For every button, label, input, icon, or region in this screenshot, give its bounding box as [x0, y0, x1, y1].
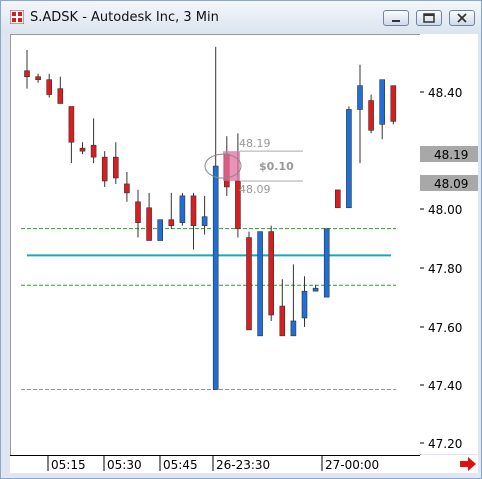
time-axis-svg: 05:15 05:30 05:45 26-23:30 27-00:00 — [10, 455, 420, 472]
time-label: 27-00:00 — [325, 458, 379, 472]
annotation-spread-label: $0.10 — [259, 160, 294, 173]
candle[interactable] — [246, 231, 252, 331]
candlestick-chart[interactable]: 48.19 48.09 $0.10 — [11, 35, 420, 455]
chart-plot-area[interactable]: 48.19 48.09 $0.10 — [10, 34, 421, 456]
price-measure-annotation[interactable]: 48.19 48.09 $0.10 — [204, 137, 303, 196]
price-tick-label: 47.40 — [428, 379, 462, 393]
candle[interactable] — [334, 189, 341, 209]
candle[interactable] — [157, 219, 163, 241]
candle[interactable] — [35, 73, 41, 83]
candle[interactable] — [146, 192, 152, 241]
price-flag-upper-label: 48.19 — [434, 148, 468, 162]
time-tick: 05:30 — [103, 455, 142, 472]
chart-window: S.ADSK - Autodesk Inc, 3 Min 48.19 48.09 $… — [0, 0, 482, 479]
maximize-button[interactable] — [416, 10, 442, 26]
maximize-icon — [423, 13, 435, 23]
price-tick: 47.80 — [420, 262, 462, 276]
candle[interactable] — [390, 85, 397, 125]
price-tick: 47.60 — [420, 321, 462, 335]
close-icon — [457, 13, 467, 23]
candle[interactable] — [113, 142, 119, 184]
candle[interactable] — [346, 106, 352, 209]
candle[interactable] — [290, 264, 297, 337]
window-title: S.ADSK - Autodesk Inc, 3 Min — [30, 10, 219, 25]
price-axis-svg: 48.40 48.00 47.80 47.60 47.40 47.20 48.1… — [420, 86, 478, 451]
candle[interactable] — [179, 192, 186, 226]
candle[interactable] — [101, 151, 108, 187]
candle[interactable] — [312, 285, 319, 292]
candle[interactable] — [368, 94, 374, 134]
candle[interactable] — [168, 192, 175, 229]
price-axis: 48.40 48.00 47.80 47.60 47.40 47.20 48.1… — [420, 34, 478, 454]
price-tick-label: 48.40 — [428, 86, 462, 100]
candle[interactable] — [301, 276, 308, 327]
candle[interactable] — [68, 106, 75, 164]
annotation-upper-label: 48.19 — [239, 137, 271, 150]
time-tick: 26-23:30 — [212, 455, 270, 472]
candle[interactable] — [257, 231, 263, 337]
candle[interactable] — [24, 49, 30, 89]
time-tick: 27-00:00 — [321, 455, 379, 472]
annotation-lower-label: 48.09 — [239, 183, 271, 196]
arrow-right-icon — [460, 457, 476, 471]
price-tick-label: 48.00 — [428, 203, 462, 217]
time-axis: 05:15 05:30 05:45 26-23:30 27-00:00 — [10, 455, 420, 473]
time-label: 05:45 — [163, 458, 198, 472]
time-tick: 05:45 — [159, 455, 198, 472]
candle[interactable] — [279, 279, 286, 337]
time-label: 26-23:30 — [216, 458, 270, 472]
candle[interactable] — [323, 228, 330, 298]
close-button[interactable] — [449, 10, 475, 26]
chart-app-icon — [10, 10, 24, 24]
candle[interactable] — [124, 172, 130, 202]
candle[interactable] — [90, 118, 97, 164]
candle[interactable] — [135, 189, 141, 238]
candle[interactable] — [212, 46, 219, 390]
time-label: 05:30 — [107, 458, 142, 472]
price-tick: 47.20 — [420, 437, 462, 451]
candle[interactable] — [57, 76, 64, 104]
title-bar[interactable]: S.ADSK - Autodesk Inc, 3 Min — [1, 1, 481, 33]
price-tick: 47.40 — [420, 379, 462, 393]
scroll-right-button[interactable] — [420, 455, 478, 473]
candle[interactable] — [379, 79, 386, 140]
price-tick: 48.40 — [420, 86, 462, 100]
price-tick-label: 47.60 — [428, 321, 462, 335]
price-tick-label: 47.20 — [428, 437, 462, 451]
price-flag-lower-label: 48.09 — [434, 177, 468, 191]
minimize-button[interactable] — [383, 10, 409, 26]
time-label: 05:15 — [51, 458, 86, 472]
price-tick: 48.00 — [420, 203, 462, 217]
candle[interactable] — [79, 142, 86, 155]
candle[interactable] — [46, 73, 53, 98]
price-tick-label: 47.80 — [428, 262, 462, 276]
candle[interactable] — [357, 64, 363, 164]
minimize-icon — [392, 20, 400, 22]
candle[interactable] — [268, 225, 275, 321]
time-tick: 05:15 — [47, 455, 86, 472]
candle[interactable] — [190, 192, 197, 250]
